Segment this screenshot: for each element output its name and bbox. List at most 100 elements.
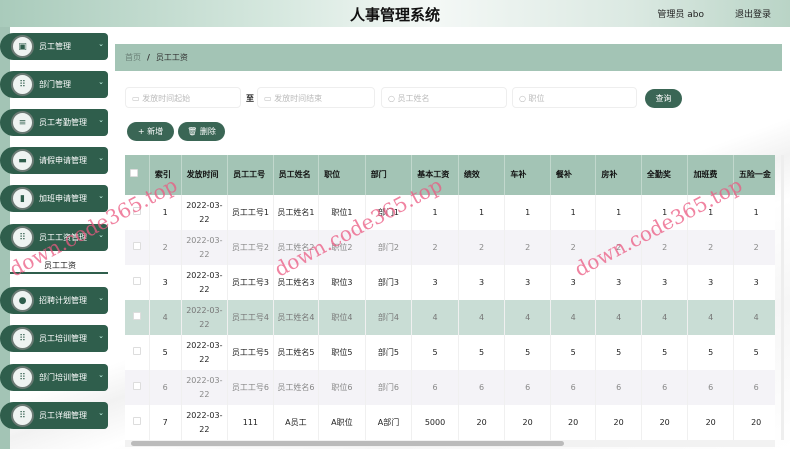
sidebar-item-label: 部门培训管理 — [39, 373, 87, 382]
table-row[interactable]: 12022-03-22员工工号1员工姓名1职位1部门1111111111 — [125, 195, 775, 230]
row-checkbox[interactable] — [125, 370, 150, 405]
add-button[interactable]: + 新增 — [127, 122, 174, 141]
row-checkbox[interactable] — [125, 195, 150, 230]
position-input[interactable]: ○ 职位 — [512, 87, 637, 108]
table-cell: 3 — [411, 265, 459, 300]
table-cell: 5 — [641, 335, 689, 370]
table-cell: 20 — [550, 405, 597, 440]
table-cell: A职位 — [318, 405, 366, 440]
table-cell: 3 — [595, 265, 642, 300]
table-cell: 职位5 — [318, 335, 366, 370]
table-cell: 部门2 — [365, 230, 413, 265]
column-header[interactable]: 员工工号 — [227, 155, 274, 195]
breadcrumb-separator: / — [147, 53, 150, 62]
table-cell: 20 — [595, 405, 642, 440]
column-header[interactable]: 五险一金 — [733, 155, 775, 195]
table-cell: 员工姓名3 — [273, 265, 320, 300]
column-header[interactable]: 部门 — [365, 155, 413, 195]
sidebar-item[interactable]: ≡ 员工考勤管理 ⌄ — [0, 109, 108, 136]
column-header[interactable]: 车补 — [504, 155, 551, 195]
table-cell: 4 — [641, 300, 689, 335]
column-header[interactable]: 全勤奖 — [641, 155, 689, 195]
sidebar-item[interactable]: ⠿ 员工详细管理 ⌄ — [0, 402, 108, 429]
sidebar-item[interactable]: ▣ 员工管理 ⌄ — [0, 33, 108, 60]
table-row[interactable]: 22022-03-22员工工号2员工姓名2职位2部门2222222222 — [125, 230, 775, 265]
column-header[interactable]: 绩效 — [458, 155, 506, 195]
table-cell: 职位6 — [318, 370, 366, 405]
sidebar-item[interactable]: ⠿ 部门管理 ⌄ — [0, 71, 108, 98]
table-cell: 部门3 — [365, 265, 413, 300]
table-cell: 2022-03-22 — [181, 265, 229, 300]
table-cell: 2 — [687, 230, 734, 265]
sidebar-item[interactable]: ▮ 加班申请管理 ⌄ — [0, 185, 108, 212]
table-cell: 3 — [550, 265, 597, 300]
table-cell: 员工工号5 — [227, 335, 274, 370]
logout-link[interactable]: 退出登录 — [735, 7, 771, 20]
table-cell: 职位4 — [318, 300, 366, 335]
table-cell: 员工工号2 — [227, 230, 274, 265]
sidebar-item[interactable]: ⠿ 部门培训管理 ⌄ — [0, 364, 108, 391]
chevron-down-icon: ⌄ — [98, 154, 104, 162]
employee-name-input[interactable]: ○ 员工姓名 — [381, 87, 507, 108]
start-date-input[interactable]: ▭ 发放时间起始 — [125, 87, 241, 108]
table-cell: 3 — [149, 265, 182, 300]
sidebar-item-label: 员工管理 — [39, 42, 71, 51]
column-header[interactable]: 房补 — [595, 155, 642, 195]
trash-icon: 🗑︎ — [187, 127, 200, 136]
column-header[interactable]: 员工姓名 — [273, 155, 320, 195]
table-cell: 4 — [149, 300, 182, 335]
delete-button[interactable]: 🗑︎ 删除 — [178, 122, 225, 141]
table-row[interactable]: 32022-03-22员工工号3员工姓名3职位3部门3333333333 — [125, 265, 775, 300]
chevron-down-icon: ⌄ — [98, 231, 104, 239]
table-cell: 员工工号1 — [227, 195, 274, 230]
table-cell: 1 — [733, 195, 775, 230]
table-row[interactable]: 52022-03-22员工工号5员工姓名5职位5部门5555555555 — [125, 335, 775, 370]
horizontal-scrollbar[interactable] — [125, 440, 775, 447]
table-row[interactable]: 42022-03-22员工工号4员工姓名4职位4部门4444444444 — [125, 300, 775, 335]
scrollbar-thumb[interactable] — [131, 441, 564, 446]
end-date-input[interactable]: ▭ 发放时间结束 — [257, 87, 375, 108]
row-checkbox[interactable] — [125, 335, 150, 370]
placeholder: 职位 — [528, 94, 545, 103]
table-cell: 4 — [504, 300, 551, 335]
sidebar-item[interactable]: ▬ 请假申请管理 ⌄ — [0, 147, 108, 174]
table-cell: 2022-03-22 — [181, 335, 229, 370]
table-cell: 3 — [504, 265, 551, 300]
table-cell: 5 — [411, 335, 459, 370]
table-cell: 2 — [550, 230, 597, 265]
row-checkbox[interactable] — [125, 405, 150, 440]
table-cell: 6 — [687, 370, 734, 405]
sidebar-item[interactable]: ⠿ 员工工资管理 ⌄ — [0, 224, 108, 251]
table-cell: 5000 — [411, 405, 459, 440]
column-header[interactable]: 餐补 — [550, 155, 597, 195]
table-cell: 员工姓名5 — [273, 335, 320, 370]
select-all-checkbox[interactable] — [125, 155, 150, 195]
table-row[interactable]: 7 2022-03-22 111 A员工 A职位 A部门 5000 20 20 20 20 20 20 2… — [125, 405, 775, 440]
row-checkbox[interactable] — [125, 230, 150, 265]
row-checkbox[interactable] — [125, 265, 150, 300]
table-cell: 4 — [458, 300, 506, 335]
column-header[interactable]: 索引 — [149, 155, 182, 195]
column-header[interactable]: 发放时间 — [181, 155, 229, 195]
breadcrumb-home[interactable]: 首页 — [125, 53, 141, 62]
vertical-scrollbar[interactable] — [781, 155, 784, 440]
table-cell: 1 — [595, 195, 642, 230]
submenu-item-salary[interactable]: 员工工资 — [10, 256, 108, 274]
table-cell: 2 — [504, 230, 551, 265]
column-header[interactable]: 职位 — [318, 155, 366, 195]
delete-label: 删除 — [199, 127, 216, 136]
row-checkbox[interactable] — [125, 300, 150, 335]
table-cell: 3 — [733, 265, 775, 300]
column-header[interactable]: 加班费 — [687, 155, 734, 195]
column-header[interactable]: 基本工资 — [411, 155, 459, 195]
query-button[interactable]: 查询 — [645, 89, 682, 108]
table-cell: 部门4 — [365, 300, 413, 335]
sidebar-item[interactable]: ⠿ 员工培训管理 ⌄ — [0, 325, 108, 352]
table-cell: 部门5 — [365, 335, 413, 370]
table-cell: 员工工号6 — [227, 370, 274, 405]
sidebar-item[interactable]: ● 招聘计划管理 ⌄ — [0, 287, 108, 314]
table-row[interactable]: 62022-03-22员工工号6员工姓名6职位6部门6666666666 — [125, 370, 775, 405]
table-cell: 职位2 — [318, 230, 366, 265]
table-cell: A员工 — [273, 405, 320, 440]
chevron-down-icon: ⌄ — [98, 116, 104, 124]
